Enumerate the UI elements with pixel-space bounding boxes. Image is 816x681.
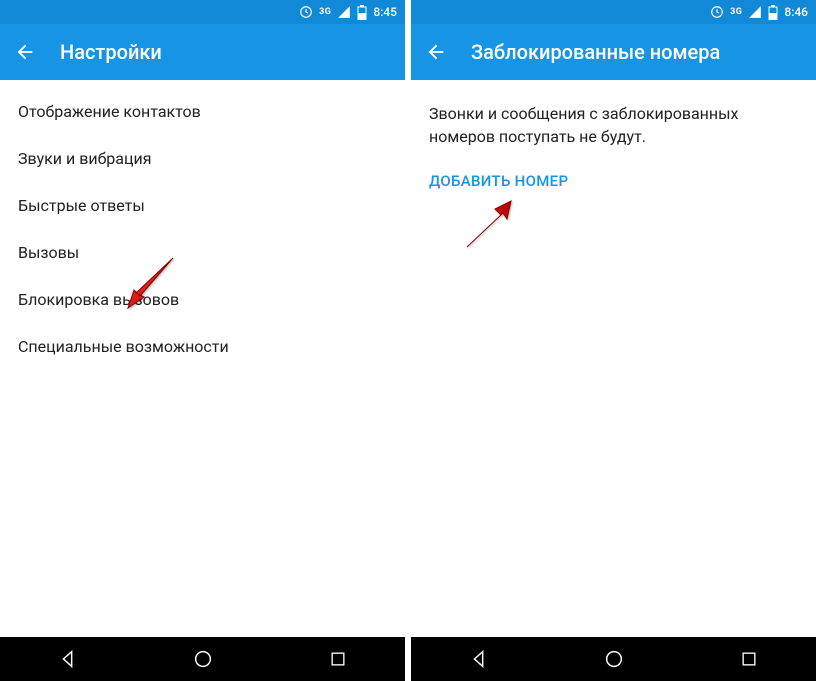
nav-recent[interactable] bbox=[719, 649, 779, 669]
back-icon[interactable] bbox=[14, 41, 36, 63]
nav-back[interactable] bbox=[449, 648, 509, 670]
network-label: 3G bbox=[730, 7, 742, 17]
item-call-blocking[interactable]: Блокировка вызовов bbox=[0, 276, 405, 323]
description-text: Звонки и сообщения с заблокированных ном… bbox=[411, 88, 816, 154]
phone-left: 3G 8:45 Настройки Отображение контактов … bbox=[0, 0, 405, 681]
item-label: Отображение контактов bbox=[18, 102, 201, 121]
item-label: Звуки и вибрация bbox=[18, 149, 151, 168]
battery-icon bbox=[768, 5, 778, 20]
navbar bbox=[411, 637, 816, 681]
item-label: Специальные возможности bbox=[18, 337, 229, 356]
add-number-button[interactable]: ДОБАВИТЬ НОМЕР bbox=[411, 154, 816, 208]
signal-icon bbox=[748, 5, 762, 19]
item-label: Блокировка вызовов bbox=[18, 290, 179, 309]
appbar: Заблокированные номера bbox=[411, 24, 816, 80]
signal-icon bbox=[337, 5, 351, 19]
battery-icon bbox=[357, 5, 367, 20]
navbar bbox=[0, 637, 405, 681]
update-icon bbox=[710, 5, 724, 19]
item-quick-responses[interactable]: Быстрые ответы bbox=[0, 182, 405, 229]
item-sounds-vibration[interactable]: Звуки и вибрация bbox=[0, 135, 405, 182]
network-label: 3G bbox=[319, 7, 331, 17]
settings-list: Отображение контактов Звуки и вибрация Б… bbox=[0, 80, 405, 637]
page-title: Настройки bbox=[60, 40, 162, 64]
page-title: Заблокированные номера bbox=[471, 40, 720, 64]
item-label: Быстрые ответы bbox=[18, 196, 145, 215]
item-calls[interactable]: Вызовы bbox=[0, 229, 405, 276]
nav-recent[interactable] bbox=[308, 649, 368, 669]
nav-home[interactable] bbox=[584, 648, 644, 670]
statusbar: 3G 8:45 bbox=[0, 0, 405, 24]
back-icon[interactable] bbox=[425, 41, 447, 63]
blocked-numbers-content: Звонки и сообщения с заблокированных ном… bbox=[411, 80, 816, 637]
item-contacts-display[interactable]: Отображение контактов bbox=[0, 88, 405, 135]
clock: 8:46 bbox=[784, 5, 808, 19]
statusbar: 3G 8:46 bbox=[411, 0, 816, 24]
appbar: Настройки bbox=[0, 24, 405, 80]
clock: 8:45 bbox=[373, 5, 397, 19]
item-label: Вызовы bbox=[18, 243, 79, 262]
nav-home[interactable] bbox=[173, 648, 233, 670]
update-icon bbox=[299, 5, 313, 19]
phone-right: 3G 8:46 Заблокированные номера Звонки и … bbox=[411, 0, 816, 681]
nav-back[interactable] bbox=[38, 648, 98, 670]
item-accessibility[interactable]: Специальные возможности bbox=[0, 323, 405, 370]
